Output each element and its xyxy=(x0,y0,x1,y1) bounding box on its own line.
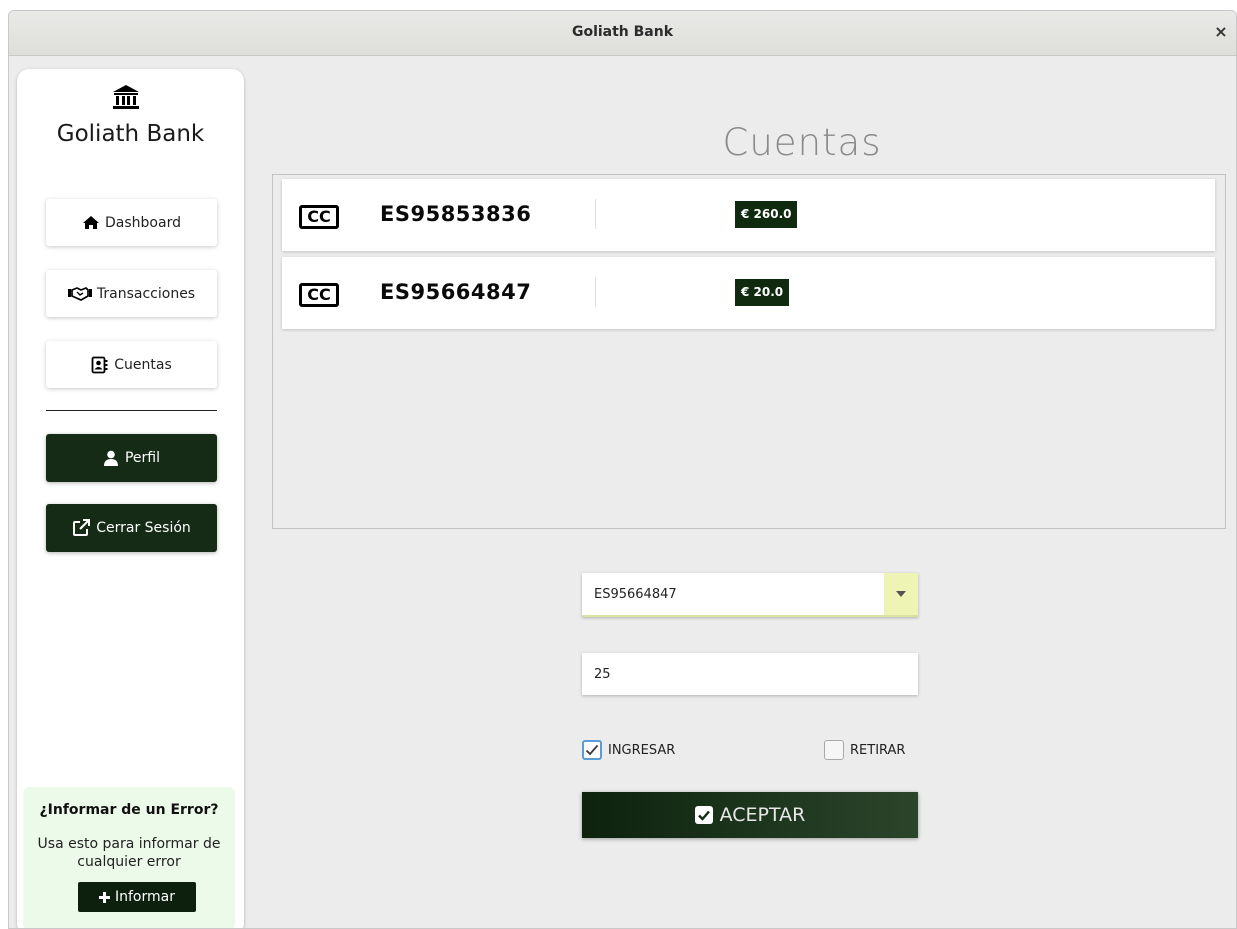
transacciones-button[interactable]: Transacciones xyxy=(46,270,217,317)
account-balance: € 20.0 xyxy=(735,279,790,306)
account-select[interactable]: ES95664847 xyxy=(582,573,918,617)
account-number: ES95853836 xyxy=(380,202,532,226)
ingresar-label: INGRESAR xyxy=(608,742,676,758)
address-book-icon xyxy=(91,356,108,373)
cuentas-button[interactable]: Cuentas xyxy=(46,341,217,388)
cc-badge: CC xyxy=(299,283,339,307)
ingresar-checkbox[interactable]: INGRESAR xyxy=(582,739,675,761)
retirar-checkbox[interactable]: RETIRAR xyxy=(824,739,905,761)
close-button[interactable]: × xyxy=(1212,22,1230,42)
perfil-button[interactable]: Perfil xyxy=(46,434,217,482)
report-error-panel: ¿Informar de un Error? Usa esto para inf… xyxy=(23,787,235,928)
checkmark-icon xyxy=(585,744,599,756)
title-bar: Goliath Bank × xyxy=(9,11,1236,56)
selected-account: ES95664847 xyxy=(594,587,677,602)
window-title: Goliath Bank xyxy=(571,24,674,40)
report-title: ¿Informar de un Error? xyxy=(39,802,219,818)
user-icon xyxy=(103,450,118,466)
cuentas-label: Cuentas xyxy=(114,356,172,373)
check-square-icon xyxy=(694,806,713,824)
report-text: Usa esto para informar de cualquier erro… xyxy=(37,836,221,870)
dashboard-label: Dashboard xyxy=(105,214,181,231)
accounts-list[interactable]: CC ES95853836 € 260.0 CC ES95664847 € 20… xyxy=(272,174,1226,529)
account-balance: € 260.0 xyxy=(735,201,798,228)
retirar-label: RETIRAR xyxy=(850,742,906,758)
informar-button[interactable]: Informar xyxy=(78,882,196,912)
informar-label: Informar xyxy=(115,889,175,905)
retirar-box[interactable] xyxy=(824,740,844,760)
dropdown-arrow[interactable] xyxy=(884,573,918,615)
cerrar-sesion-label: Cerrar Sesión xyxy=(96,520,191,536)
row-separator xyxy=(595,277,596,307)
account-row[interactable]: CC ES95664847 € 20.0 xyxy=(282,257,1215,329)
handshake-icon xyxy=(67,287,92,301)
account-row[interactable]: CC ES95853836 € 260.0 xyxy=(282,179,1215,251)
chevron-down-icon xyxy=(896,591,906,597)
aceptar-button[interactable]: ACEPTAR xyxy=(582,792,918,838)
row-separator xyxy=(595,199,596,229)
home-icon xyxy=(83,216,100,229)
perfil-label: Perfil xyxy=(124,450,161,466)
aceptar-label: ACEPTAR xyxy=(719,804,806,826)
page-title: Cuentas xyxy=(722,121,882,164)
cerrar-sesion-button[interactable]: Cerrar Sesión xyxy=(46,504,217,552)
plus-icon xyxy=(99,891,110,903)
amount-input[interactable] xyxy=(582,653,918,695)
transacciones-label: Transacciones xyxy=(96,285,196,302)
sidebar-divider xyxy=(46,410,217,411)
brand-name: Goliath Bank xyxy=(56,121,205,147)
sidebar: Goliath Bank Dashboard Transacciones Cue… xyxy=(17,69,244,928)
account-number: ES95664847 xyxy=(380,280,532,304)
dashboard-button[interactable]: Dashboard xyxy=(46,199,217,246)
app-window: Goliath Bank × Goliath Bank Dashboard Tr… xyxy=(8,10,1237,929)
external-link-icon xyxy=(73,519,91,536)
bank-icon xyxy=(113,85,139,109)
ingresar-box[interactable] xyxy=(582,740,602,760)
cc-badge: CC xyxy=(299,205,339,229)
